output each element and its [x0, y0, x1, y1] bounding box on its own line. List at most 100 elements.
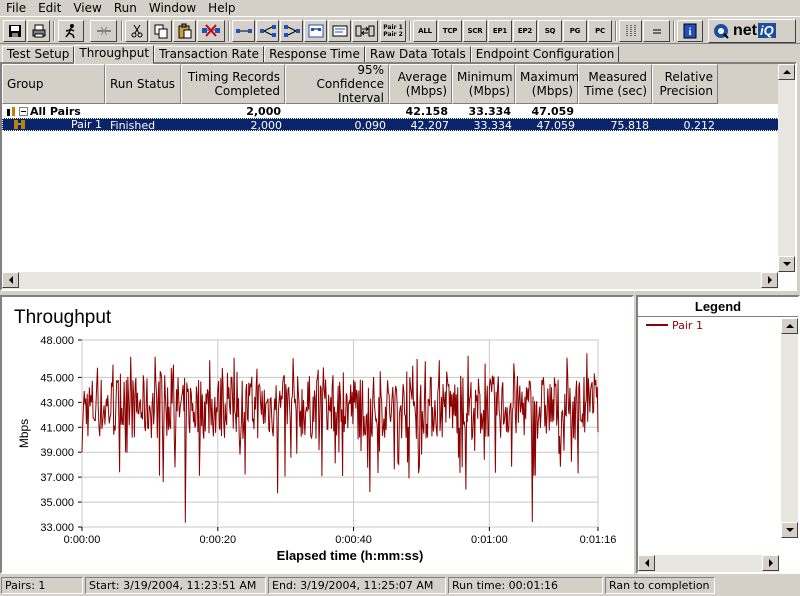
pair-label-1: Pair 1: [383, 24, 403, 31]
scroll-track[interactable]: [778, 80, 795, 256]
running-man-icon: [65, 24, 75, 39]
scroll-up-button[interactable]: [778, 64, 795, 80]
col-header-confidence-line2: Interval: [338, 91, 384, 105]
status-bar: Pairs: 1 Start: 3/19/2004, 11:23:51 AM E…: [0, 576, 800, 596]
scroll-track[interactable]: [19, 272, 761, 289]
lines-icon: [652, 29, 661, 34]
scroll-left-button[interactable]: [638, 555, 655, 571]
col-header-relative-precision-line2: Precision: [659, 84, 713, 98]
col-header-run-status-line2: Run Status: [110, 77, 176, 91]
replace-script-button[interactable]: [328, 20, 351, 42]
menu-edit[interactable]: Edit: [32, 1, 67, 15]
filter-tcp-button[interactable]: TCP: [438, 20, 462, 42]
copy-button[interactable]: [149, 20, 172, 42]
tab-test-setup[interactable]: Test Setup: [2, 46, 75, 63]
col-header-group-line2: Group: [7, 77, 44, 91]
menu-window[interactable]: Window: [143, 1, 202, 15]
filter-all-label: ALL: [418, 27, 432, 35]
col-header-timing-records[interactable]: Timing Records Completed: [181, 64, 285, 104]
menu-help[interactable]: Help: [202, 1, 241, 15]
tab-transaction-rate[interactable]: Transaction Rate: [154, 46, 265, 63]
y-tick-label: 33.000: [40, 522, 74, 534]
help-button[interactable]: i: [677, 20, 703, 42]
filter-scr-button[interactable]: SCR: [463, 20, 487, 42]
legend-title: Legend: [638, 297, 798, 317]
swap-endpoints-button[interactable]: [352, 20, 378, 42]
logo-text-net: net: [733, 22, 757, 39]
filter-pg-button[interactable]: PG: [563, 20, 587, 42]
menu-view[interactable]: View: [67, 1, 107, 15]
table-row-pair-1[interactable]: Pair 1 Finished 2,000 0.090 42.207 33.33…: [2, 118, 780, 131]
col-header-measured-time[interactable]: Measured Time (sec): [578, 64, 652, 104]
col-header-confidence[interactable]: 95% Confidence Interval: [285, 63, 389, 105]
delete-pair-button[interactable]: [197, 20, 225, 42]
legend-item-pair-1[interactable]: Pair 1: [638, 318, 779, 332]
row-group-label: Pair 1: [71, 119, 102, 130]
filter-sq-button[interactable]: SQ: [538, 20, 562, 42]
result-tabs: Test Setup Throughput Transaction Rate R…: [0, 45, 800, 64]
menu-run[interactable]: Run: [108, 1, 143, 15]
grid-horizontal-scrollbar[interactable]: [2, 272, 778, 289]
report-view-button[interactable]: [643, 20, 670, 42]
print-button[interactable]: [27, 20, 50, 42]
svg-text:i: i: [689, 27, 692, 38]
filter-pc-button[interactable]: PC: [588, 20, 612, 42]
filter-pg-label: PG: [569, 27, 581, 35]
filter-ep1-button[interactable]: EP1: [488, 20, 512, 42]
tab-raw-data-totals[interactable]: Raw Data Totals: [364, 46, 471, 63]
toolbar: Pair 1 Pair 2 ALL TCP SCR EP1 EP2 SQ PG …: [0, 16, 800, 44]
script-icon: [332, 25, 347, 37]
stop-button[interactable]: [90, 20, 117, 42]
cell-measured: 75.818: [610, 119, 650, 130]
pair-selector-button[interactable]: Pair 1 Pair 2: [380, 20, 406, 42]
scroll-down-button[interactable]: [781, 522, 798, 538]
table-row-all-pairs[interactable]: All Pairs 2,000 42.158 33.334 47.059: [2, 105, 780, 118]
scroll-track[interactable]: [781, 334, 798, 522]
list-view-button[interactable]: [619, 20, 642, 42]
scroll-left-button[interactable]: [2, 272, 19, 288]
run-button[interactable]: [58, 20, 84, 42]
legend-horizontal-scrollbar[interactable]: [638, 555, 779, 572]
group-icon: [283, 25, 300, 37]
legend-vertical-scrollbar[interactable]: [781, 318, 798, 538]
col-header-minimum[interactable]: Minimum (Mbps): [452, 64, 515, 104]
col-header-average[interactable]: Average (Mbps): [389, 64, 452, 104]
filter-ep2-button[interactable]: EP2: [513, 20, 537, 42]
grid-vertical-scrollbar[interactable]: [778, 64, 795, 272]
x-tick-label: 0:00:40: [335, 534, 372, 546]
scroll-track[interactable]: [655, 555, 762, 572]
scroll-down-button[interactable]: [778, 256, 795, 272]
col-header-minimum-line2: (Mbps): [468, 84, 510, 98]
col-header-run-status[interactable]: Run Status: [105, 64, 181, 104]
col-header-maximum[interactable]: Maximum (Mbps): [515, 64, 579, 104]
row-group-label: All Pairs: [30, 105, 81, 118]
scroll-right-button[interactable]: [761, 272, 778, 288]
col-header-confidence-line1: 95% Confidence: [316, 63, 384, 91]
logo-text: net iQ: [733, 22, 776, 40]
add-multicast-button[interactable]: [256, 20, 279, 42]
collapse-icon[interactable]: [19, 107, 28, 116]
chart-canvas: 33.000 35.000 37.000 39.000 41.000 43.000 45.0…: [17, 335, 616, 563]
status-pairs: Pairs: 1: [1, 577, 83, 594]
filter-ep2-label: EP2: [517, 27, 533, 35]
tab-throughput[interactable]: Throughput: [74, 45, 155, 64]
col-header-group[interactable]: Group: [2, 64, 105, 104]
col-header-relative-precision[interactable]: Relative Precision: [652, 64, 718, 104]
scroll-up-button[interactable]: [781, 318, 798, 334]
save-button[interactable]: [3, 20, 26, 42]
paste-button[interactable]: [173, 20, 196, 42]
add-group-button[interactable]: [280, 20, 303, 42]
cut-button[interactable]: [125, 20, 148, 42]
filter-ep1-label: EP1: [492, 27, 508, 35]
cell-records: 2,000: [250, 119, 283, 130]
filter-all-button[interactable]: ALL: [413, 20, 437, 42]
info-icon: i: [683, 23, 697, 39]
menu-file[interactable]: File: [0, 1, 32, 15]
add-pair-button[interactable]: [232, 20, 255, 42]
pair-label-2: Pair 2: [383, 31, 403, 38]
tab-response-time[interactable]: Response Time: [264, 46, 365, 63]
edit-pair-button[interactable]: [304, 20, 327, 42]
scroll-right-button[interactable]: [762, 555, 779, 571]
filter-tcp-label: TCP: [442, 27, 458, 35]
tab-endpoint-configuration[interactable]: Endpoint Configuration: [470, 46, 620, 63]
